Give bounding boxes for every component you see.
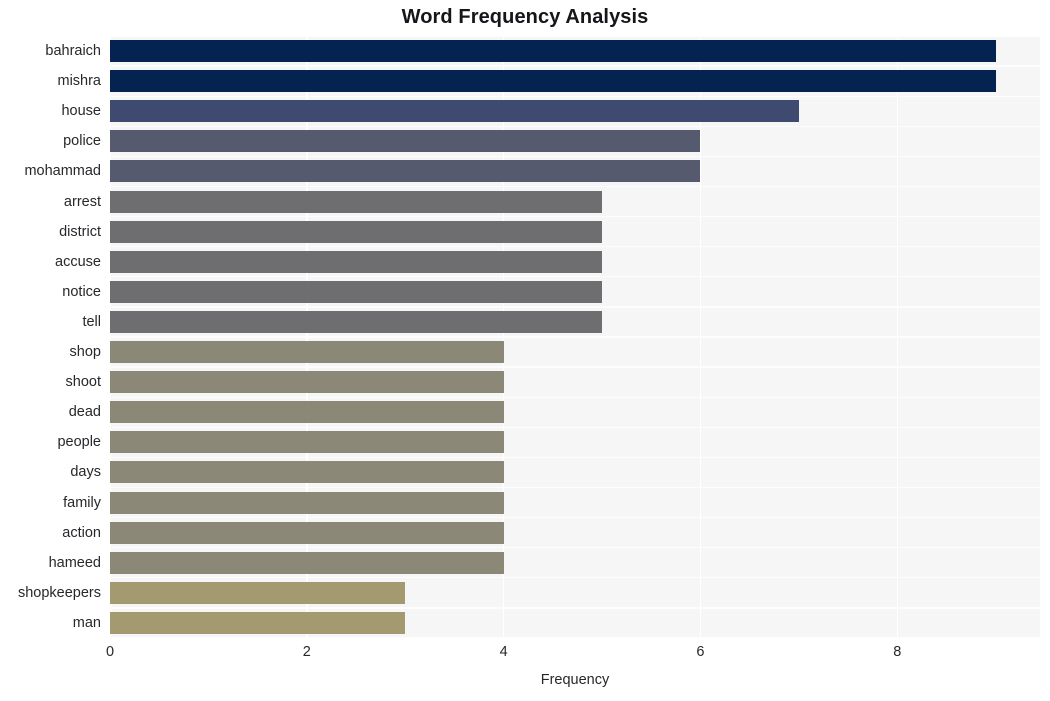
y-tick-label: police bbox=[63, 133, 101, 150]
y-tick-label: arrest bbox=[63, 193, 101, 210]
y-tick-label: hameed bbox=[48, 554, 101, 571]
chart-title: Word Frequency Analysis bbox=[401, 6, 649, 28]
y-tick-label: district bbox=[59, 223, 101, 240]
x-tick-label: 2 bbox=[302, 644, 311, 660]
x-tick-label: 0 bbox=[105, 644, 115, 660]
x-axis-label: Frequency bbox=[540, 672, 610, 688]
y-tick-label: days bbox=[70, 464, 101, 481]
y-tick-label: house bbox=[61, 103, 101, 120]
y-tick-label: dead bbox=[68, 404, 101, 421]
y-tick-label: man bbox=[72, 614, 101, 631]
x-axis-tick-labels: 0 2 4 6 8 bbox=[0, 644, 1050, 668]
y-axis-tick-labels: bahraich mishra house police mohammad arrest d… bbox=[0, 36, 1050, 638]
y-tick-label: family bbox=[63, 494, 101, 511]
y-tick-label: shoot bbox=[65, 374, 101, 391]
x-tick-label: 6 bbox=[696, 644, 705, 660]
y-tick-label: action bbox=[62, 524, 101, 541]
y-tick-label: shop bbox=[69, 344, 101, 361]
y-tick-label: mishra bbox=[57, 73, 101, 90]
y-tick-label: accuse bbox=[55, 253, 101, 270]
y-tick-label: shopkeepers bbox=[17, 584, 101, 601]
y-tick-label: people bbox=[57, 434, 101, 451]
y-tick-label: bahraich bbox=[45, 43, 101, 60]
y-tick-label: mohammad bbox=[24, 163, 101, 180]
y-tick-label: tell bbox=[82, 313, 101, 330]
word-frequency-chart: Word Frequency Analysis bahraich mishra ho… bbox=[0, 0, 1050, 701]
y-tick-label: notice bbox=[62, 283, 101, 300]
x-tick-label: 8 bbox=[893, 644, 902, 660]
x-tick-label: 4 bbox=[499, 644, 508, 660]
